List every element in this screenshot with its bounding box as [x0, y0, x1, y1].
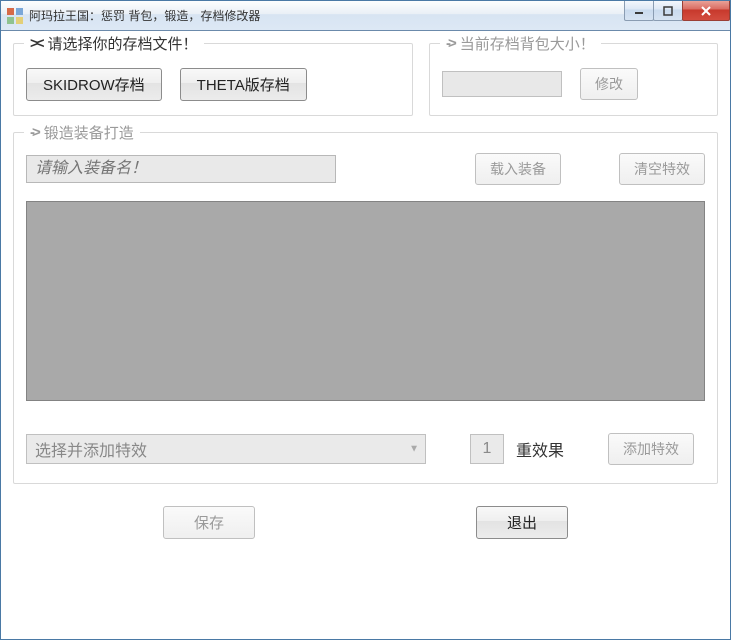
- chevron-close-icon: ><: [30, 35, 42, 52]
- close-button[interactable]: [682, 1, 730, 21]
- minimize-button[interactable]: [624, 1, 654, 21]
- maximize-button[interactable]: [653, 1, 683, 21]
- skidrow-save-button[interactable]: SKIDROW存档: [26, 68, 162, 101]
- backpack-size-input: [442, 71, 562, 97]
- titlebar: 阿玛拉王国：惩罚 背包，锻造，存档修改器: [1, 1, 730, 31]
- window-controls: [625, 1, 730, 21]
- chevron-down-icon: ▼: [409, 444, 419, 455]
- forge-group-title: 锻造装备打造: [44, 122, 134, 143]
- savefile-group: >< 请选择你的存档文件！ SKIDROW存档 THETA版存档: [13, 43, 413, 116]
- modify-button: 修改: [580, 68, 638, 100]
- arrow-right-icon: ->: [30, 124, 38, 141]
- add-effect-button: 添加特效: [608, 433, 694, 465]
- window-title: 阿玛拉王国：惩罚 背包，锻造，存档修改器: [29, 7, 260, 24]
- backpack-group-title: 当前存档背包大小！: [460, 33, 595, 54]
- effect-select-combo: 选择并添加特效 ▼: [26, 434, 426, 464]
- stack-count-input: [470, 434, 504, 464]
- equipment-name-input: [26, 155, 336, 183]
- clear-effects-button: 清空特效: [619, 153, 705, 185]
- main-window: 阿玛拉王国：惩罚 背包，锻造，存档修改器 >< 请选择你的存档文件！ SKIDR…: [0, 0, 731, 640]
- load-equipment-button: 载入装备: [475, 153, 561, 185]
- exit-button[interactable]: 退出: [476, 506, 568, 539]
- effects-list-pane: [26, 201, 705, 401]
- arrow-right-icon: ->: [446, 35, 454, 52]
- app-icon: [7, 8, 23, 24]
- savefile-group-title: 请选择你的存档文件！: [48, 33, 198, 54]
- backpack-group: -> 当前存档背包大小！ 修改: [429, 43, 718, 116]
- client-area: >< 请选择你的存档文件！ SKIDROW存档 THETA版存档 -> 当前存档…: [1, 31, 730, 555]
- close-icon: [700, 6, 712, 16]
- minimize-icon: [634, 6, 644, 16]
- forge-group: -> 锻造装备打造 载入装备 清空特效 选择并添加特效 ▼ 重效果: [13, 132, 718, 484]
- footer-bar: 保存 退出: [13, 506, 718, 539]
- effect-select-placeholder: 选择并添加特效: [35, 437, 147, 461]
- stack-label: 重效果: [516, 437, 564, 461]
- theta-save-button[interactable]: THETA版存档: [180, 68, 307, 101]
- save-button: 保存: [163, 506, 255, 539]
- maximize-icon: [663, 6, 673, 16]
